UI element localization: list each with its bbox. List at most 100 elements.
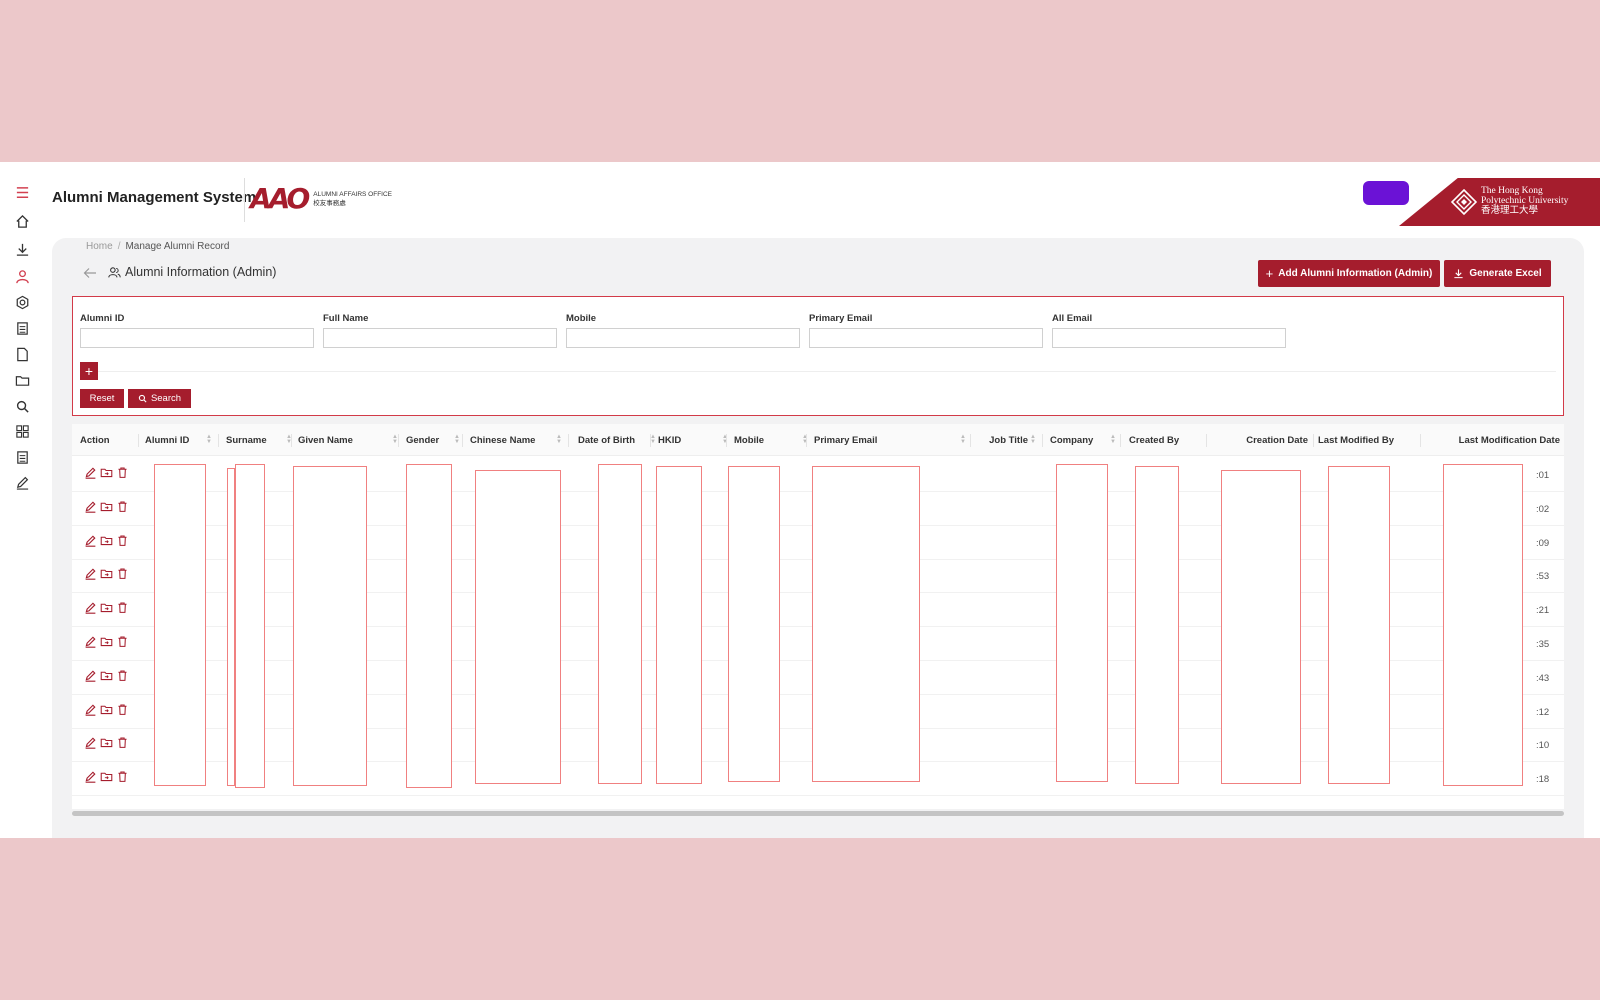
- edit-icon[interactable]: [84, 736, 97, 754]
- delete-icon[interactable]: [116, 601, 129, 619]
- last-modification-date-cell: :43: [1536, 672, 1550, 684]
- page-title-group: Alumni Information (Admin): [108, 265, 276, 279]
- move-folder-icon[interactable]: [100, 567, 113, 585]
- column-header-date-of-birth[interactable]: Date of Birth ▲ ▼: [578, 424, 658, 456]
- delete-icon[interactable]: [116, 534, 129, 552]
- move-folder-icon[interactable]: [100, 466, 113, 484]
- move-folder-icon[interactable]: [100, 669, 113, 687]
- redaction-box: [1328, 466, 1390, 784]
- column-header-job-title[interactable]: Job Title ▲ ▼: [978, 424, 1042, 456]
- sort-icon[interactable]: ▲▼: [1030, 434, 1036, 445]
- column-header-given-name[interactable]: Given Name ▲ ▼: [298, 424, 404, 456]
- top-header: Alumni Management System AAO ALUMNI AFFA…: [44, 162, 1600, 238]
- column-header-label: Last Modification Date: [1458, 434, 1560, 446]
- column-header-gender[interactable]: Gender ▲ ▼: [406, 424, 466, 456]
- edit-icon[interactable]: [84, 770, 97, 788]
- add-filter-button[interactable]: +: [80, 362, 98, 380]
- delete-icon[interactable]: [116, 635, 129, 653]
- search-icon[interactable]: [12, 396, 32, 416]
- primary-email-input[interactable]: [809, 328, 1043, 348]
- sort-icon[interactable]: ▲▼: [1110, 434, 1116, 445]
- column-separator: [291, 434, 292, 447]
- settings-icon[interactable]: [12, 292, 32, 312]
- column-header-alumni-id[interactable]: Alumni ID ▲ ▼: [145, 424, 218, 456]
- home-icon[interactable]: [12, 211, 32, 231]
- move-folder-icon[interactable]: [100, 770, 113, 788]
- move-folder-icon[interactable]: [100, 635, 113, 653]
- last-modification-date-cell: :09: [1536, 537, 1550, 549]
- column-separator: [1313, 434, 1314, 447]
- delete-icon[interactable]: [116, 500, 129, 518]
- redaction-box: [227, 468, 235, 786]
- column-header-label: Gender: [406, 434, 440, 446]
- mobile-input[interactable]: [566, 328, 800, 348]
- delete-icon[interactable]: [116, 736, 129, 754]
- document-icon[interactable]: [12, 344, 32, 364]
- column-header-surname[interactable]: Surname ▲ ▼: [226, 424, 298, 456]
- menu-icon[interactable]: [12, 182, 32, 202]
- edit-icon[interactable]: [84, 703, 97, 721]
- grid-icon[interactable]: [12, 421, 32, 441]
- redaction-box: [293, 466, 367, 786]
- edit-icon[interactable]: [84, 635, 97, 653]
- page-title: Alumni Information (Admin): [125, 265, 277, 279]
- generate-excel-button[interactable]: Generate Excel: [1444, 260, 1551, 287]
- list-icon[interactable]: [12, 447, 32, 467]
- sort-icon[interactable]: ▲▼: [960, 434, 966, 445]
- edit-icon[interactable]: [12, 472, 32, 492]
- last-modification-date-cell: :53: [1536, 571, 1550, 583]
- move-folder-icon[interactable]: [100, 534, 113, 552]
- column-header-creation-date: Creation Date: [1206, 424, 1308, 456]
- alumni-id-input[interactable]: [80, 328, 314, 348]
- move-folder-icon[interactable]: [100, 736, 113, 754]
- list-icon[interactable]: [12, 318, 32, 338]
- move-folder-icon[interactable]: [100, 500, 113, 518]
- sort-icon[interactable]: ▲▼: [556, 434, 562, 445]
- search-button-label: Search: [150, 393, 182, 404]
- delete-icon[interactable]: [116, 703, 129, 721]
- polyu-zh: 香港理工大學: [1481, 206, 1539, 216]
- user-avatar-pill[interactable]: [1363, 181, 1409, 205]
- edit-icon[interactable]: [84, 601, 97, 619]
- redaction-box: [812, 466, 920, 782]
- full-name-input[interactable]: [323, 328, 557, 348]
- delete-icon[interactable]: [116, 669, 129, 687]
- polyu-line1: The Hong Kong: [1481, 186, 1543, 196]
- filter-full-name-label: Full Name: [323, 313, 369, 324]
- redaction-box: [1443, 464, 1523, 786]
- edit-icon[interactable]: [84, 466, 97, 484]
- column-header-primary-email[interactable]: Primary Email ▲ ▼: [814, 424, 972, 456]
- edit-icon[interactable]: [84, 500, 97, 518]
- user-icon[interactable]: [12, 266, 32, 286]
- column-separator: [568, 434, 569, 447]
- column-header-chinese-name[interactable]: Chinese Name ▲ ▼: [470, 424, 568, 456]
- edit-icon[interactable]: [84, 567, 97, 585]
- delete-icon[interactable]: [116, 466, 129, 484]
- move-folder-icon[interactable]: [100, 601, 113, 619]
- column-header-label: Created By: [1129, 434, 1180, 446]
- back-arrow-icon[interactable]: [82, 265, 98, 281]
- folder-icon[interactable]: [12, 370, 32, 390]
- sort-icon[interactable]: ▲▼: [206, 434, 212, 445]
- sort-icon[interactable]: ▲▼: [454, 434, 460, 445]
- delete-icon[interactable]: [116, 567, 129, 585]
- move-folder-icon[interactable]: [100, 703, 113, 721]
- polyu-emblem-icon: [1451, 189, 1477, 215]
- add-alumni-button[interactable]: + Add Alumni Information (Admin): [1258, 260, 1440, 287]
- edit-icon[interactable]: [84, 534, 97, 552]
- download-icon[interactable]: [12, 239, 32, 259]
- reset-button[interactable]: Reset: [80, 389, 124, 408]
- column-header-mobile[interactable]: Mobile▲▼: [734, 424, 814, 456]
- breadcrumb-current: Manage Alumni Record: [125, 241, 230, 252]
- breadcrumb-home[interactable]: Home: [86, 241, 113, 252]
- edit-icon[interactable]: [84, 669, 97, 687]
- redaction-box: [728, 466, 780, 782]
- all-email-input[interactable]: [1052, 328, 1286, 348]
- search-button[interactable]: Search: [128, 389, 191, 408]
- column-header-label: Given Name: [298, 434, 353, 446]
- column-header-company[interactable]: Company ▲ ▼: [1050, 424, 1122, 456]
- column-header-hkid[interactable]: HKID▲▼: [658, 424, 734, 456]
- redaction-box: [1056, 464, 1108, 782]
- horizontal-scrollbar[interactable]: [72, 811, 1564, 816]
- delete-icon[interactable]: [116, 770, 129, 788]
